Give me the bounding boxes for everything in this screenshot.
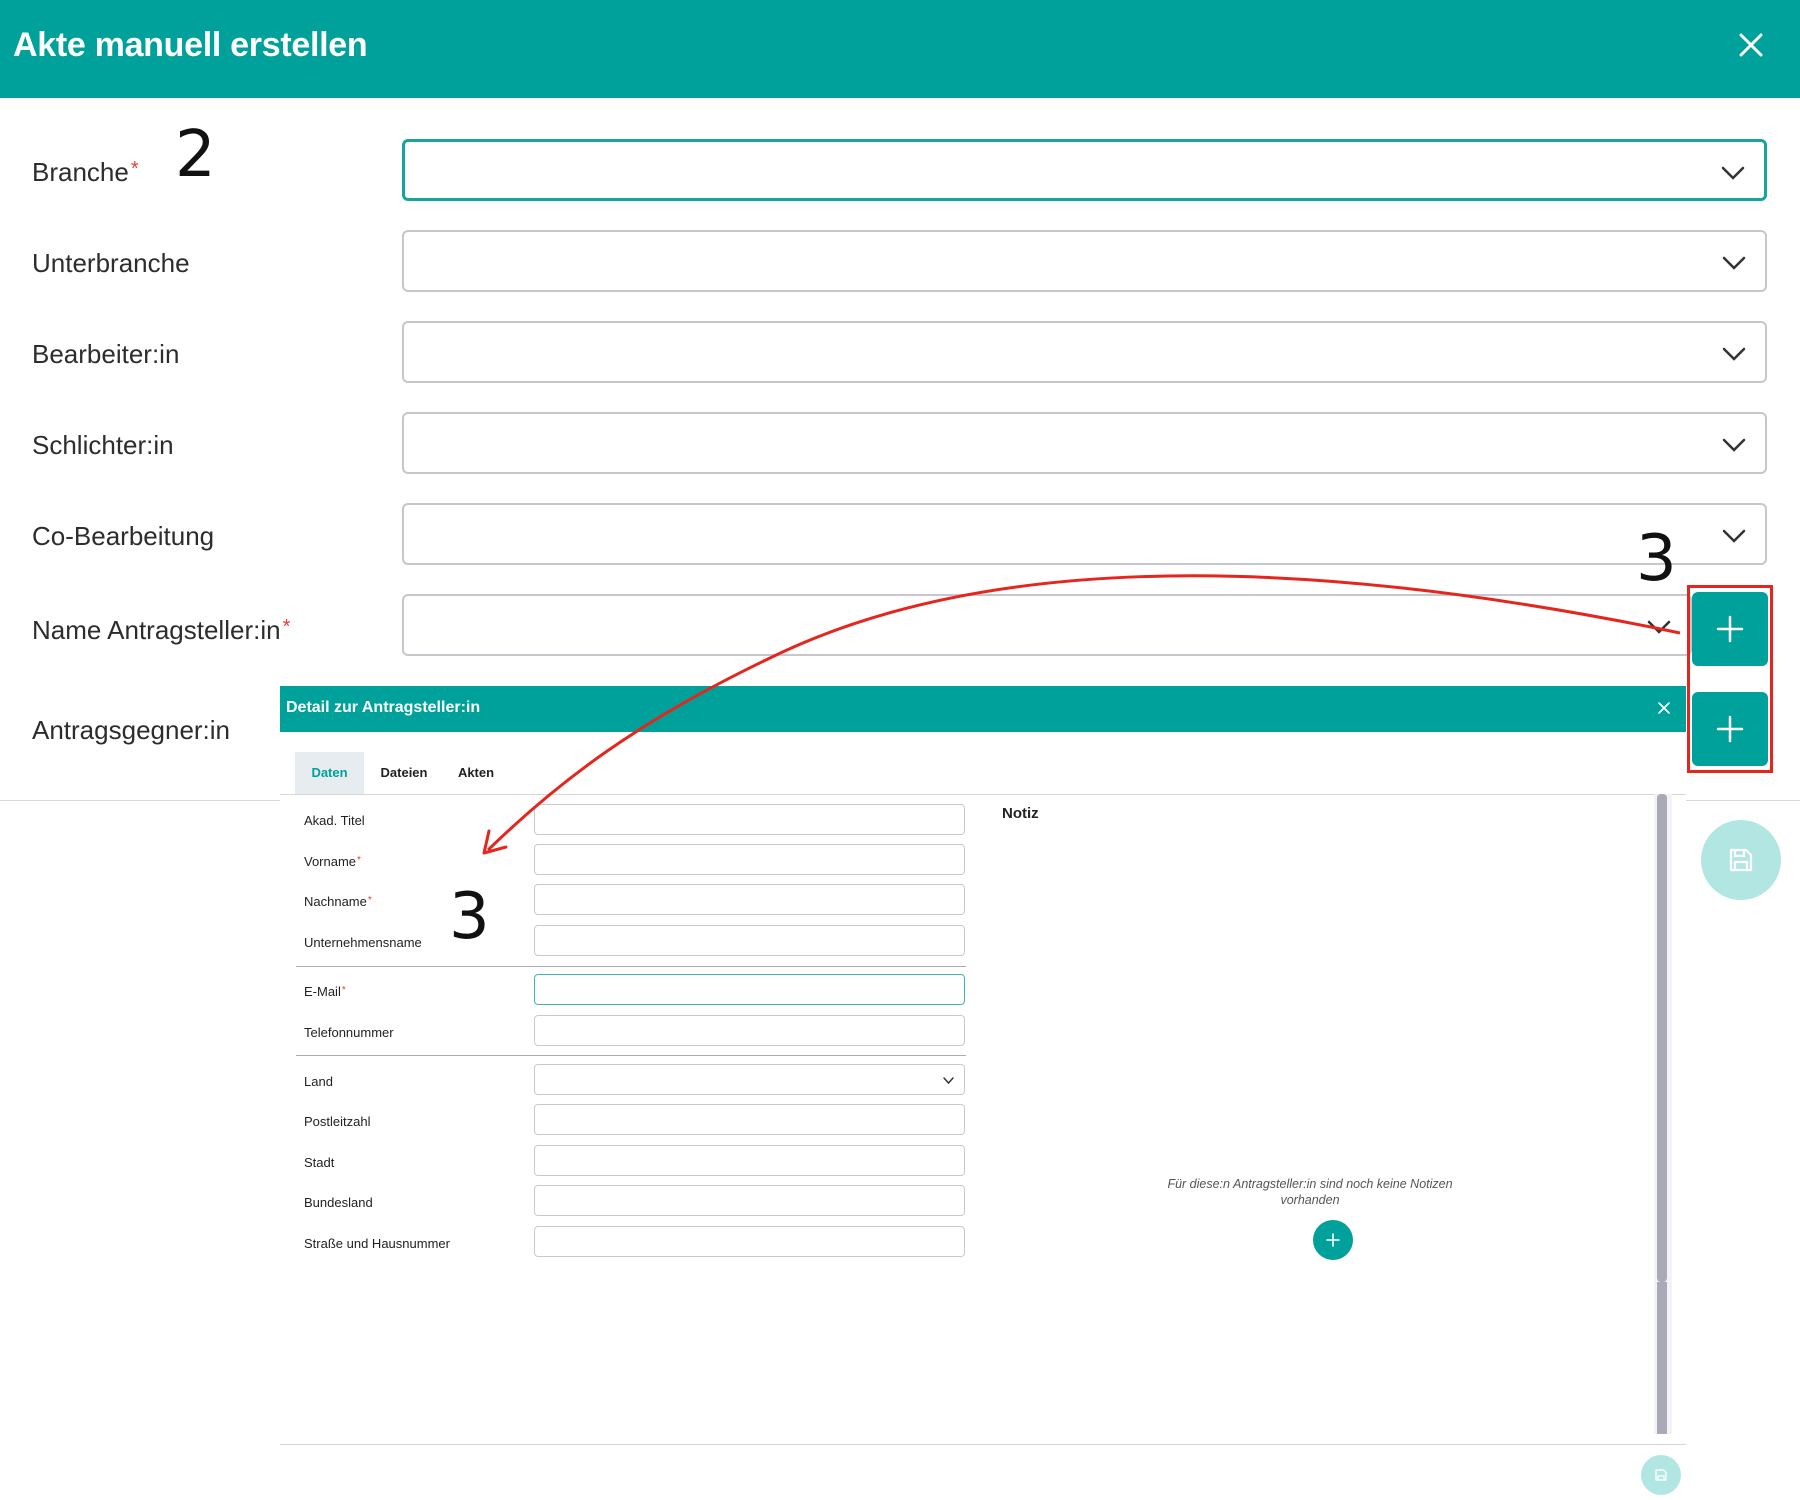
cobearbeitung-label: Co-Bearbeitung <box>32 521 215 551</box>
bundesland-label: Bundesland <box>304 1195 373 1210</box>
save-icon <box>1729 848 1753 872</box>
land-select[interactable] <box>534 1064 965 1095</box>
plus-icon <box>1326 1233 1340 1247</box>
scrollbar[interactable] <box>1654 794 1672 1434</box>
akad-titel-label: Akad. Titel <box>304 813 365 828</box>
strasse-label: Straße und Hausnummer <box>304 1236 450 1251</box>
annotation-step-3-top: 3 <box>1636 522 1677 596</box>
chevron-down-icon <box>1722 529 1746 543</box>
antragsteller-label: Name Antragsteller:in * <box>32 615 291 645</box>
add-notiz-button[interactable] <box>1313 1220 1353 1260</box>
antragsgegner-label: Antragsgegner:in <box>32 715 231 745</box>
main-header: Akte manuell erstellen <box>0 0 1800 98</box>
dialog-title: Detail zur Antragsteller:in <box>286 699 481 716</box>
tab-daten[interactable]: Daten <box>295 752 364 794</box>
nachname-input[interactable] <box>534 884 965 915</box>
scrollbar-thumb[interactable] <box>1657 794 1667 1282</box>
branche-label: Branche * <box>32 157 139 187</box>
scrollbar-thumb-lower <box>1657 1282 1667 1434</box>
email-label: E-Mail* <box>304 984 346 999</box>
notiz-empty-text: Für diese:n Antragsteller:in sind noch k… <box>1167 1177 1453 1207</box>
telefonnummer-label: Telefonnummer <box>304 1025 394 1040</box>
land-label: Land <box>304 1074 333 1089</box>
chevron-down-icon <box>1722 438 1746 452</box>
unternehmensname-label: Unternehmensname <box>304 935 422 950</box>
section-divider <box>296 1055 966 1056</box>
email-input[interactable] <box>534 974 965 1005</box>
schlichter-select[interactable] <box>402 412 1767 474</box>
bundesland-input[interactable] <box>534 1185 965 1216</box>
nachname-label: Nachname* <box>304 894 372 909</box>
unterbranche-label: Unterbranche <box>32 248 190 278</box>
branche-select[interactable] <box>402 139 1767 201</box>
stadt-input[interactable] <box>534 1145 965 1176</box>
annotation-step-2: 2 <box>175 118 216 192</box>
main-title: Akte manuell erstellen <box>13 26 368 64</box>
dialog-footer-divider <box>280 1444 1686 1445</box>
akad-titel-input[interactable] <box>534 804 965 835</box>
tab-dateien[interactable]: Dateien <box>368 752 440 794</box>
strasse-input[interactable] <box>534 1226 965 1257</box>
bearbeiter-label: Bearbeiter:in <box>32 339 180 369</box>
chevron-down-icon <box>1647 620 1671 634</box>
antragsteller-detail-dialog: Detail zur Antragsteller:in Daten Dateie… <box>280 686 1686 1500</box>
dialog-header: Detail zur Antragsteller:in <box>280 686 1686 732</box>
close-icon[interactable] <box>1656 700 1672 716</box>
unterbranche-select[interactable] <box>402 230 1767 292</box>
chevron-down-icon <box>1722 256 1746 270</box>
telefonnummer-input[interactable] <box>534 1015 965 1046</box>
cobearbeitung-select[interactable] <box>402 503 1767 565</box>
vorname-label: Vorname* <box>304 854 361 869</box>
annotation-highlight-box <box>1687 585 1773 773</box>
chevron-down-icon <box>1721 166 1745 180</box>
dialog-save-button[interactable] <box>1641 1455 1681 1495</box>
chevron-down-icon <box>1722 347 1746 361</box>
antragsteller-select[interactable] <box>402 594 1692 656</box>
stadt-label: Stadt <box>304 1155 335 1170</box>
bearbeiter-select[interactable] <box>402 321 1767 383</box>
unternehmensname-input[interactable] <box>534 925 965 956</box>
save-icon <box>1655 1469 1667 1481</box>
schlichter-label: Schlichter:in <box>32 430 174 460</box>
section-divider <box>296 966 966 967</box>
annotation-step-3-dialog: 3 <box>449 880 490 954</box>
chevron-down-icon <box>943 1077 954 1085</box>
tab-akten[interactable]: Akten <box>444 752 508 794</box>
notiz-title: Notiz <box>1002 805 1039 822</box>
vorname-input[interactable] <box>534 844 965 875</box>
postleitzahl-input[interactable] <box>534 1104 965 1135</box>
close-icon[interactable] <box>1734 28 1768 62</box>
save-button[interactable] <box>1701 820 1781 900</box>
tabs-divider <box>280 794 1686 795</box>
postleitzahl-label: Postleitzahl <box>304 1114 371 1129</box>
